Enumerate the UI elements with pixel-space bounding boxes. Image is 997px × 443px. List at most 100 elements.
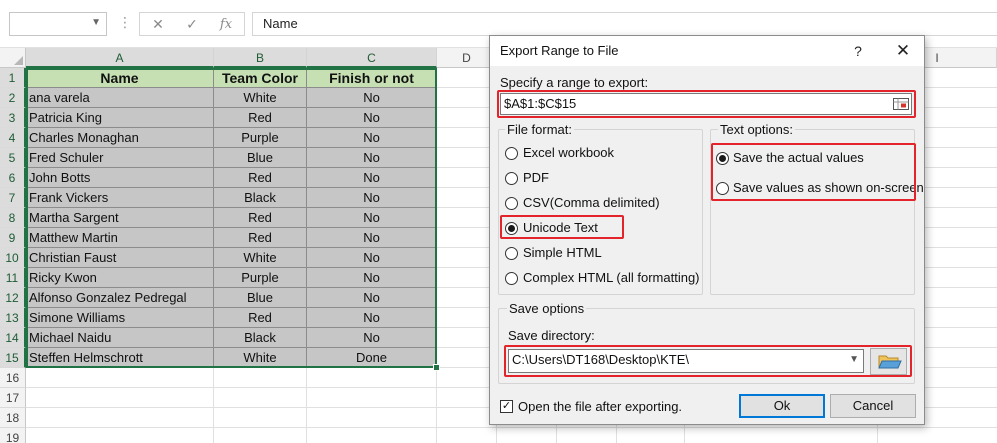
- table-cell[interactable]: No: [307, 248, 437, 268]
- row-header-7[interactable]: 7: [0, 188, 26, 208]
- table-cell[interactable]: No: [307, 308, 437, 328]
- table-cell[interactable]: Matthew Martin: [26, 228, 214, 248]
- radio-label: Complex HTML (all formatting): [523, 270, 700, 285]
- radio-button[interactable]: [505, 272, 518, 285]
- table-cell[interactable]: Ricky Kwon: [26, 268, 214, 288]
- table-cell[interactable]: No: [307, 328, 437, 348]
- table-cell[interactable]: Black: [214, 328, 307, 348]
- table-cell[interactable]: John Botts: [26, 168, 214, 188]
- ok-button[interactable]: Ok: [739, 394, 825, 418]
- row-header-18[interactable]: 18: [0, 408, 26, 428]
- table-cell[interactable]: Red: [214, 168, 307, 188]
- table-cell[interactable]: Red: [214, 308, 307, 328]
- header-cell[interactable]: Name: [26, 68, 214, 88]
- more-vertical-icon: ⋮: [118, 14, 132, 30]
- table-cell[interactable]: No: [307, 88, 437, 108]
- row-header-15[interactable]: 15: [0, 348, 26, 368]
- table-cell[interactable]: White: [214, 88, 307, 108]
- help-button[interactable]: ?: [848, 42, 868, 60]
- table-cell[interactable]: No: [307, 268, 437, 288]
- open-after-export-checkbox[interactable]: ✓: [500, 400, 513, 413]
- table-cell[interactable]: Fred Schuler: [26, 148, 214, 168]
- table-cell[interactable]: White: [214, 248, 307, 268]
- row-header-2[interactable]: 2: [0, 88, 26, 108]
- close-button[interactable]: ✕: [892, 40, 914, 62]
- table-cell[interactable]: Charles Monaghan: [26, 128, 214, 148]
- table-cell[interactable]: Christian Faust: [26, 248, 214, 268]
- column-header-d[interactable]: D: [437, 48, 497, 68]
- fill-handle[interactable]: [433, 364, 440, 371]
- row-header-1[interactable]: 1: [0, 68, 26, 88]
- table-cell[interactable]: Done: [307, 348, 437, 368]
- table-cell[interactable]: Michael Naidu: [26, 328, 214, 348]
- table-cell[interactable]: Red: [214, 228, 307, 248]
- header-cell[interactable]: Team Color: [214, 68, 307, 88]
- table-cell[interactable]: Blue: [214, 148, 307, 168]
- table-cell[interactable]: No: [307, 288, 437, 308]
- cancel-formula-icon[interactable]: ✕: [144, 15, 172, 34]
- insert-function-icon[interactable]: fx: [212, 15, 240, 34]
- chevron-down-icon[interactable]: ▼: [91, 17, 101, 28]
- range-label: Specify a range to export:: [500, 75, 649, 90]
- row-header-19[interactable]: 19: [0, 428, 26, 443]
- table-cell[interactable]: Martha Sargent: [26, 208, 214, 228]
- radio-button[interactable]: [505, 247, 518, 260]
- radio-button[interactable]: [505, 197, 518, 210]
- table-cell[interactable]: Steffen Helmschrott: [26, 348, 214, 368]
- formula-input[interactable]: Name: [252, 12, 997, 36]
- table-cell[interactable]: Frank Vickers: [26, 188, 214, 208]
- gridline: [26, 427, 997, 428]
- radio-label: PDF: [523, 170, 549, 185]
- table-cell[interactable]: No: [307, 148, 437, 168]
- row-header-11[interactable]: 11: [0, 268, 26, 288]
- name-box[interactable]: ▼: [9, 12, 107, 36]
- table-cell[interactable]: Blue: [214, 288, 307, 308]
- radio-button[interactable]: [505, 172, 518, 185]
- row-header-10[interactable]: 10: [0, 248, 26, 268]
- row-header-9[interactable]: 9: [0, 228, 26, 248]
- row-header-3[interactable]: 3: [0, 108, 26, 128]
- enter-formula-icon[interactable]: ✓: [178, 15, 206, 34]
- table-cell[interactable]: ana varela: [26, 88, 214, 108]
- table-cell[interactable]: Alfonso Gonzalez Pedregal: [26, 288, 214, 308]
- row-header-13[interactable]: 13: [0, 308, 26, 328]
- cancel-button[interactable]: Cancel: [830, 394, 916, 418]
- table-cell[interactable]: No: [307, 188, 437, 208]
- table-cell[interactable]: No: [307, 208, 437, 228]
- table-cell[interactable]: Patricia King: [26, 108, 214, 128]
- column-header-b[interactable]: B: [214, 48, 307, 68]
- radio-label: CSV(Comma delimited): [523, 195, 660, 210]
- row-header-4[interactable]: 4: [0, 128, 26, 148]
- dialog-titlebar: Export Range to File ? ✕: [490, 36, 924, 66]
- row-header-14[interactable]: 14: [0, 328, 26, 348]
- row-header-8[interactable]: 8: [0, 208, 26, 228]
- table-cell[interactable]: Simone Williams: [26, 308, 214, 328]
- row-header-12[interactable]: 12: [0, 288, 26, 308]
- table-cell[interactable]: No: [307, 168, 437, 188]
- table-cell[interactable]: No: [307, 228, 437, 248]
- header-cell[interactable]: Finish or not: [307, 68, 437, 88]
- column-header-c[interactable]: C: [307, 48, 437, 68]
- radio-label: Simple HTML: [523, 245, 602, 260]
- table-cell[interactable]: Purple: [214, 268, 307, 288]
- save-options-label: Save options: [507, 301, 587, 316]
- radio-button[interactable]: [505, 147, 518, 160]
- table-cell[interactable]: Red: [214, 208, 307, 228]
- text-options-label: Text options:: [718, 122, 795, 137]
- table-cell[interactable]: Black: [214, 188, 307, 208]
- range-highlight: [497, 90, 916, 118]
- export-range-dialog: Export Range to File ? ✕ Specify a range…: [489, 35, 925, 425]
- table-cell[interactable]: No: [307, 128, 437, 148]
- table-cell[interactable]: Red: [214, 108, 307, 128]
- save-directory-highlight: [504, 345, 912, 377]
- column-header-a[interactable]: A: [26, 48, 214, 68]
- row-header-17[interactable]: 17: [0, 388, 26, 408]
- table-cell[interactable]: White: [214, 348, 307, 368]
- row-header-16[interactable]: 16: [0, 368, 26, 388]
- dialog-title: Export Range to File: [500, 43, 619, 58]
- row-header-5[interactable]: 5: [0, 148, 26, 168]
- row-header-6[interactable]: 6: [0, 168, 26, 188]
- table-cell[interactable]: No: [307, 108, 437, 128]
- table-cell[interactable]: Purple: [214, 128, 307, 148]
- select-all-corner[interactable]: [0, 48, 26, 68]
